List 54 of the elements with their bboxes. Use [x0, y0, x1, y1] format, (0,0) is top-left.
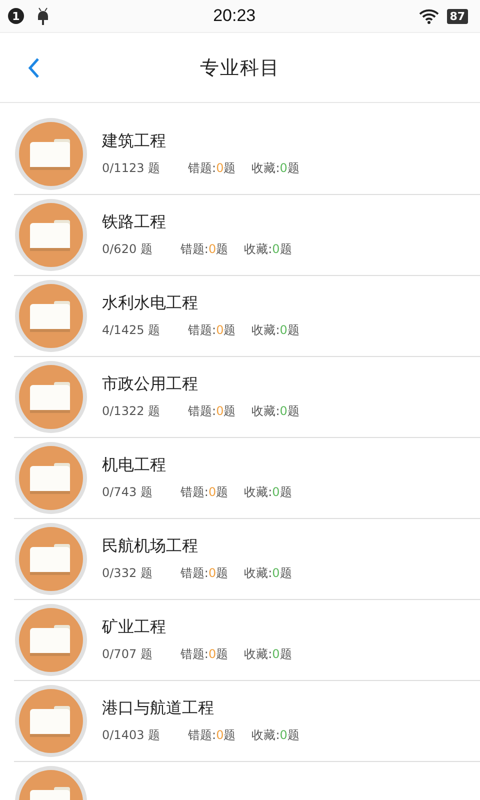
saved-count: 收藏:0题	[244, 646, 292, 663]
progress-count: 0/707 题	[102, 646, 152, 663]
saved-count: 收藏:0题	[252, 727, 300, 744]
folder-icon	[14, 522, 88, 596]
wrong-count: 错题:0题	[188, 403, 236, 420]
wrong-count: 错题:0题	[180, 646, 228, 663]
subject-item[interactable]: 矿业工程 0/707 题 错题:0题 收藏:0题	[14, 600, 480, 681]
subject-item[interactable]: 水利水电工程 4/1425 题 错题:0题 收藏:0题	[14, 276, 480, 357]
subject-item[interactable]: 港口与航道工程 0/1403 题 错题:0题 收藏:0题	[14, 681, 480, 762]
progress-count: 0/620 题	[102, 241, 152, 258]
folder-icon	[14, 441, 88, 515]
subject-item[interactable]: 民航机场工程 0/332 题 错题:0题 收藏:0题	[14, 519, 480, 600]
subject-name: 民航机场工程	[102, 536, 199, 557]
wrong-count: 错题:0题	[180, 241, 228, 258]
status-time: 20:23	[212, 6, 257, 26]
progress-count: 0/1123 题	[102, 160, 160, 177]
saved-count: 收藏:0题	[252, 322, 300, 339]
saved-count: 收藏:0题	[244, 565, 292, 582]
subject-name: 矿业工程	[102, 617, 167, 638]
battery-indicator: 87	[446, 8, 468, 24]
wrong-count: 错题:0题	[180, 565, 228, 582]
subject-name: 建筑工程	[102, 131, 167, 152]
wrong-count: 错题:0题	[188, 727, 236, 744]
page-title: 专业科目	[200, 56, 280, 80]
android-icon	[36, 7, 50, 25]
progress-count: 4/1425 题	[102, 322, 160, 339]
folder-icon	[14, 279, 88, 353]
progress-count: 0/1322 题	[102, 403, 160, 420]
wrong-count: 错题:0题	[180, 484, 228, 501]
progress-count: 0/332 题	[102, 565, 152, 582]
subject-item[interactable]: 建筑工程 0/1123 题 错题:0题 收藏:0题	[14, 114, 480, 195]
folder-icon	[14, 603, 88, 677]
subject-item[interactable]: 铁路工程 0/620 题 错题:0题 收藏:0题	[14, 195, 480, 276]
saved-count: 收藏:0题	[244, 484, 292, 501]
folder-icon	[14, 198, 88, 272]
subject-name: 水利水电工程	[102, 293, 199, 314]
saved-count: 收藏:0题	[252, 403, 300, 420]
subject-name: 市政公用工程	[102, 374, 199, 395]
progress-count: 0/1403 题	[102, 727, 160, 744]
subject-item[interactable]: 机电工程 0/743 题 错题:0题 收藏:0题	[14, 438, 480, 519]
progress-count: 0/743 题	[102, 484, 152, 501]
saved-count: 收藏:0题	[252, 160, 300, 177]
subject-item[interactable]: 市政公用工程 0/1322 题 错题:0题 收藏:0题	[14, 357, 480, 438]
wifi-icon	[418, 8, 439, 24]
folder-icon	[14, 117, 88, 191]
notification-badge: 1	[8, 8, 24, 24]
folder-icon	[14, 360, 88, 434]
subject-name: 港口与航道工程	[102, 698, 215, 719]
wrong-count: 错题:0题	[188, 322, 236, 339]
saved-count: 收藏:0题	[244, 241, 292, 258]
folder-icon	[14, 684, 88, 758]
subject-name: 铁路工程	[102, 212, 167, 233]
subject-name: 机电工程	[102, 455, 167, 476]
wrong-count: 错题:0题	[188, 160, 236, 177]
